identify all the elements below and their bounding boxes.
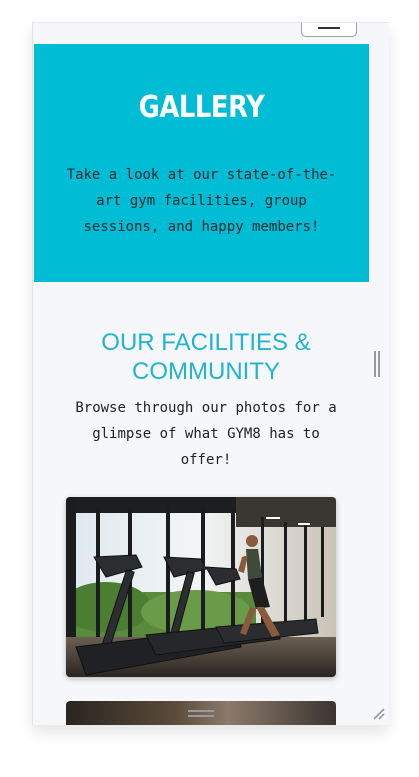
scrollbar-handle[interactable]: [374, 351, 380, 377]
gallery-hero: GALLERY Take a look at our state-of-the-…: [34, 44, 369, 282]
hero-description: Take a look at our state-of-the-art gym …: [66, 167, 337, 235]
bottom-resize-handle[interactable]: [188, 710, 214, 718]
resize-grip-icon[interactable]: [372, 707, 386, 721]
gallery-photo-treadmills[interactable]: [66, 497, 336, 677]
section-title: OUR FACILITIES & COMMUNITY: [101, 329, 311, 385]
navbar-toggle-button[interactable]: [301, 23, 357, 37]
hamburger-menu-icon: [318, 27, 340, 29]
page-title: GALLERY: [138, 90, 265, 125]
gym-photo-image: [66, 497, 336, 677]
section-description: Browse through our photos for a glimpse …: [75, 400, 337, 468]
mobile-viewport: GALLERY Take a look at our state-of-the-…: [32, 22, 389, 725]
